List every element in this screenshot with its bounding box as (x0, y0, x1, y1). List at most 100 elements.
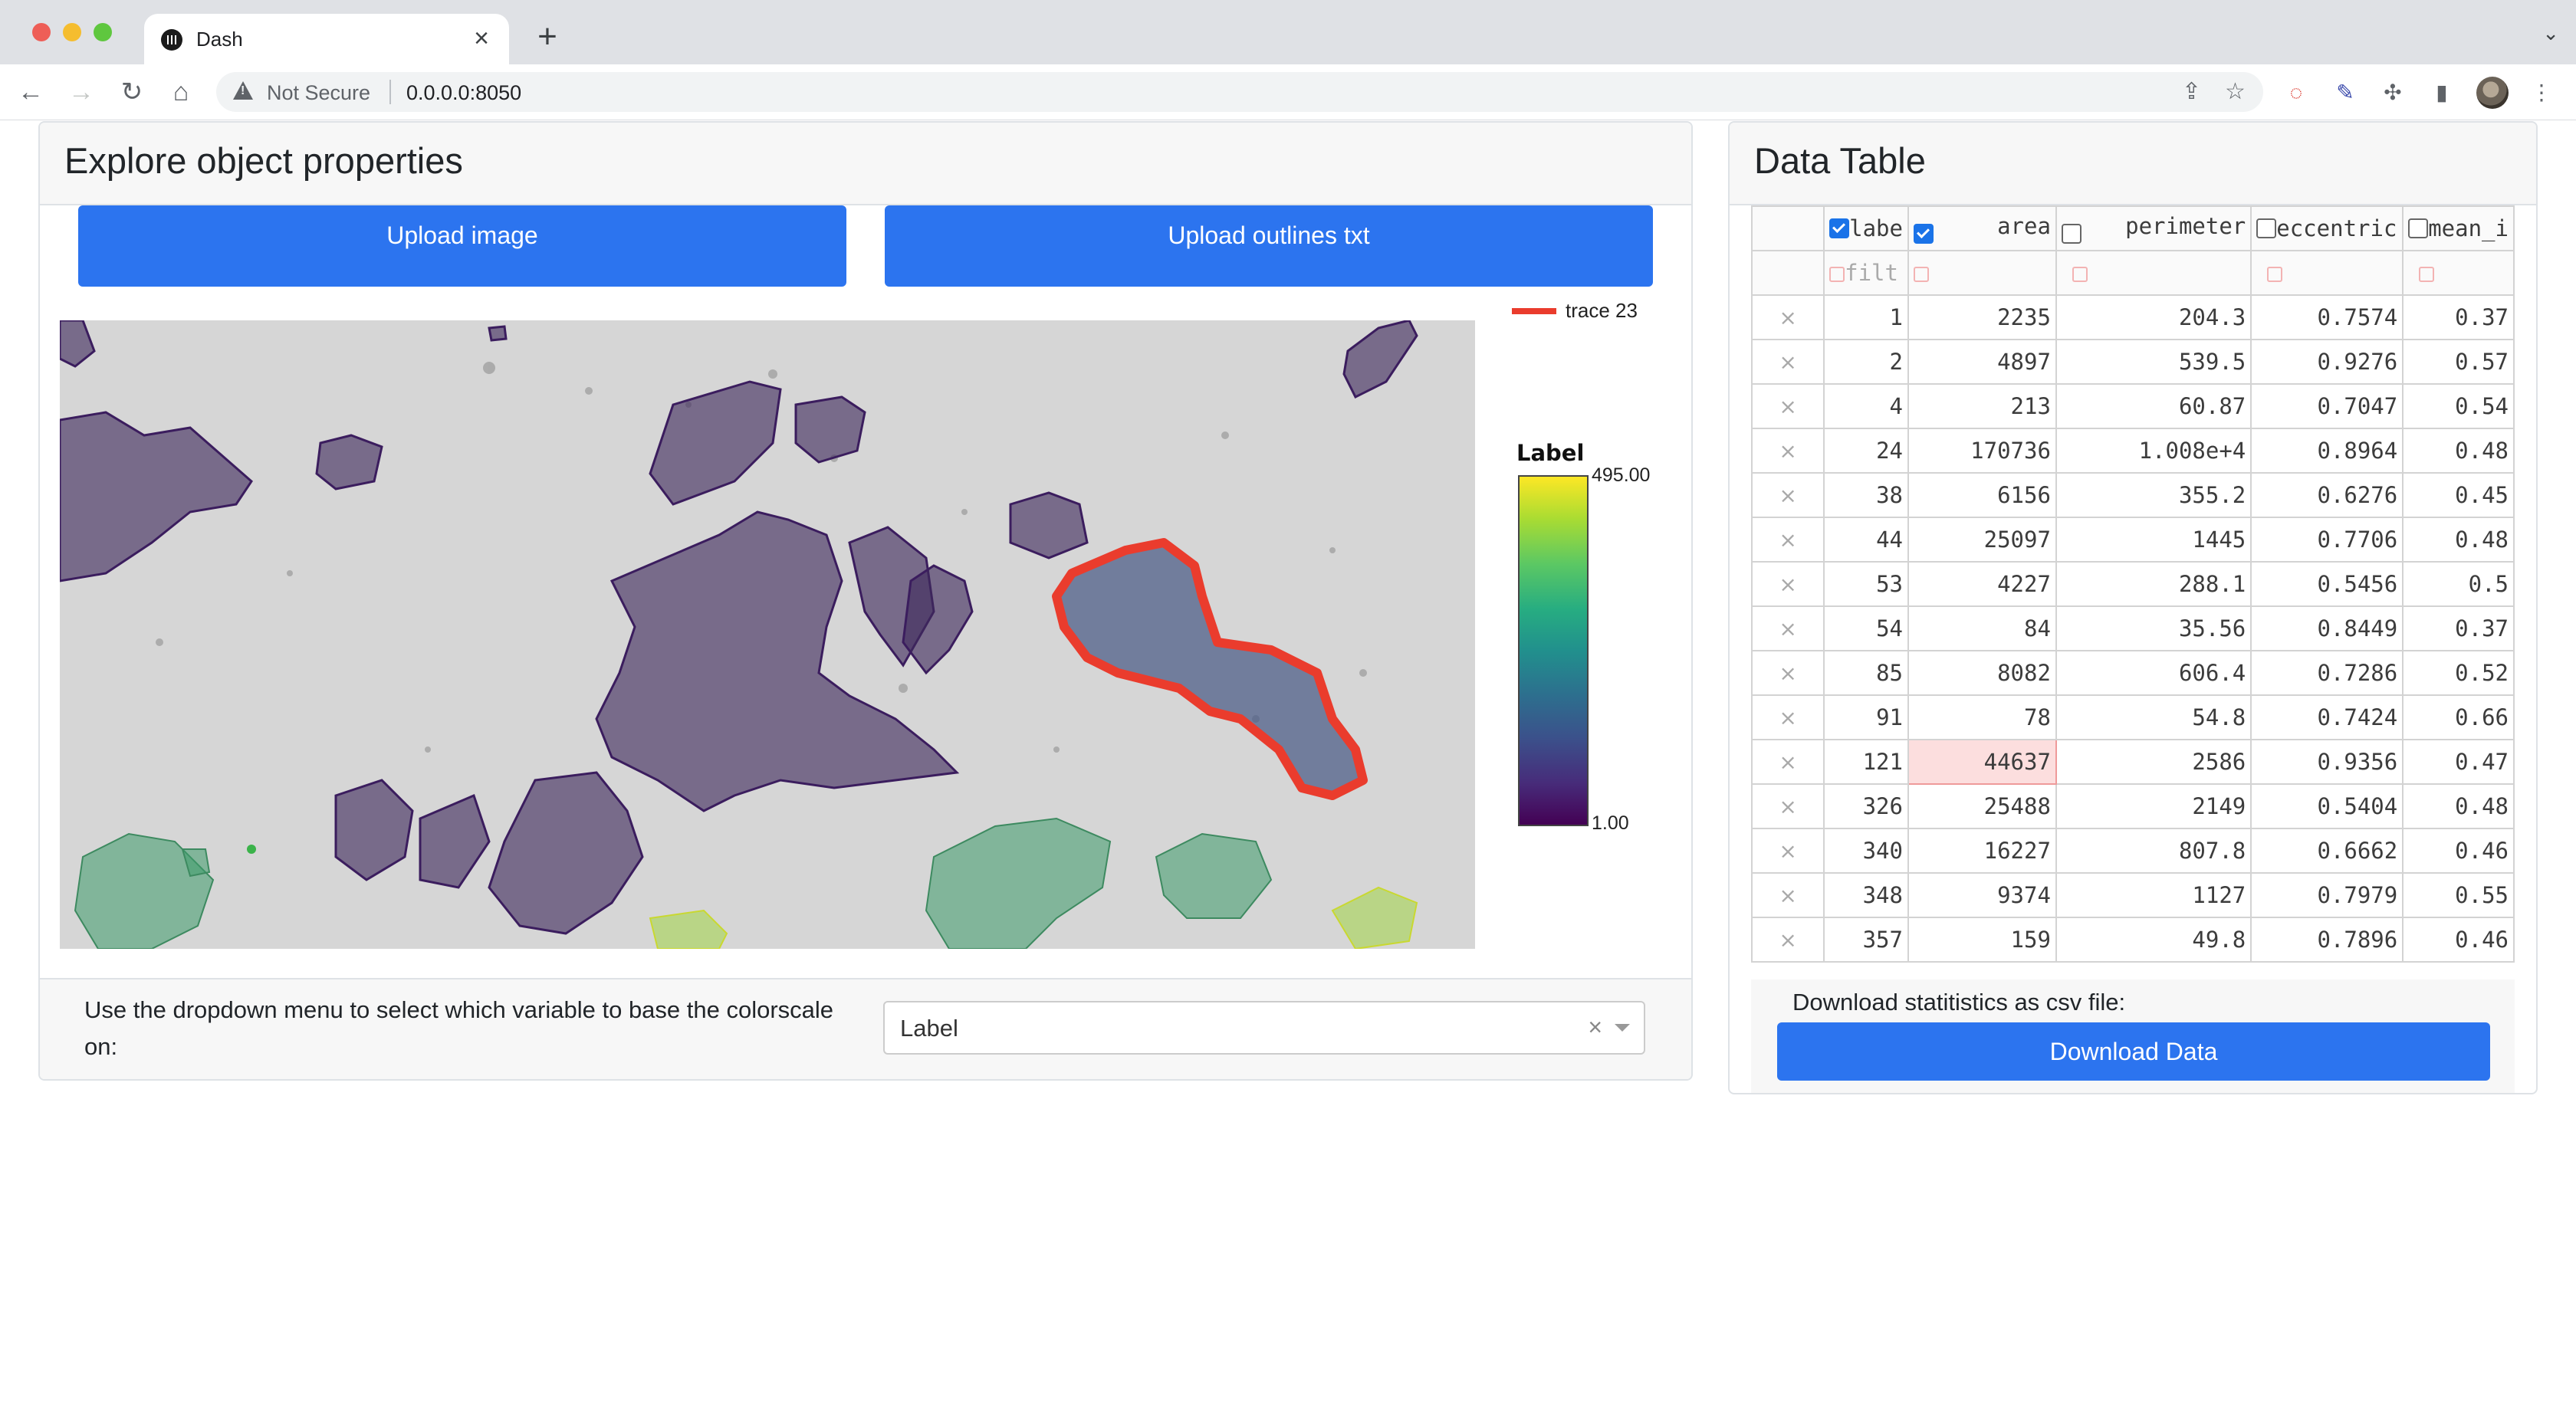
table-cell[interactable]: 49.8 (2055, 917, 2252, 963)
delete-row-icon[interactable]: × (1751, 517, 1825, 563)
table-cell[interactable]: 44637 (1907, 739, 2057, 785)
table-cell[interactable]: 2586 (2055, 739, 2252, 785)
table-cell[interactable]: 38 (1823, 472, 1909, 518)
table-cell[interactable]: 0.8964 (2250, 428, 2404, 474)
minimize-window-button[interactable] (63, 23, 81, 41)
table-cell[interactable]: 25488 (1907, 783, 2057, 829)
filter-input-eccentricity[interactable] (2250, 250, 2404, 296)
table-cell[interactable]: 606.4 (2055, 650, 2252, 696)
clear-icon[interactable]: × (1588, 1013, 1602, 1042)
table-cell[interactable]: 2 (1823, 339, 1909, 385)
table-cell[interactable]: 0.9276 (2250, 339, 2404, 385)
table-cell[interactable]: 0.7286 (2250, 650, 2404, 696)
table-cell[interactable]: 0.6662 (2250, 828, 2404, 874)
table-cell[interactable]: 4227 (1907, 561, 2057, 607)
table-cell[interactable]: 0.8449 (2250, 605, 2404, 651)
table-cell[interactable]: 0.46 (2402, 828, 2515, 874)
upload-image-button[interactable]: Upload image (78, 205, 846, 287)
table-cell[interactable]: 25097 (1907, 517, 2057, 563)
delete-row-icon[interactable]: × (1751, 383, 1825, 429)
table-cell[interactable]: 84 (1907, 605, 2057, 651)
table-cell[interactable]: 1445 (2055, 517, 2252, 563)
colorscale-variable-dropdown[interactable]: Label × (883, 1001, 1645, 1055)
column-header-eccentricity[interactable]: eccentric (2250, 205, 2404, 251)
kebab-menu-icon[interactable]: ⋮ (2530, 81, 2553, 104)
table-cell[interactable]: 9374 (1907, 872, 2057, 918)
bookmark-star-icon[interactable]: ☆ (2225, 78, 2246, 105)
table-cell[interactable]: 0.66 (2402, 694, 2515, 740)
filter-case-icon[interactable] (2419, 267, 2435, 282)
table-cell[interactable]: 2235 (1907, 294, 2057, 340)
table-cell[interactable]: 0.45 (2402, 472, 2515, 518)
table-cell[interactable]: 539.5 (2055, 339, 2252, 385)
forward-icon[interactable]: → (64, 75, 98, 109)
browser-tab[interactable]: Dash × (144, 14, 509, 64)
table-cell[interactable]: 0.5404 (2250, 783, 2404, 829)
table-cell[interactable]: 2149 (2055, 783, 2252, 829)
delete-row-icon[interactable]: × (1751, 917, 1825, 963)
table-cell[interactable]: 1 (1823, 294, 1909, 340)
segmentation-image-plot[interactable] (60, 320, 1475, 949)
table-cell[interactable]: 4897 (1907, 339, 2057, 385)
share-icon[interactable]: ⇪ (2182, 78, 2201, 105)
table-cell[interactable]: 0.57 (2402, 339, 2515, 385)
table-cell[interactable]: 78 (1907, 694, 2057, 740)
new-tab-icon[interactable]: + (529, 18, 566, 55)
upload-outlines-button[interactable]: Upload outlines txt (885, 205, 1653, 287)
table-cell[interactable]: 348 (1823, 872, 1909, 918)
table-cell[interactable]: 54 (1823, 605, 1909, 651)
delete-row-icon[interactable]: × (1751, 561, 1825, 607)
table-cell[interactable]: 0.37 (2402, 605, 2515, 651)
filter-case-icon[interactable] (1913, 267, 1929, 282)
filter-case-icon[interactable] (2267, 267, 2283, 282)
close-tab-icon[interactable]: × (465, 21, 498, 55)
table-cell[interactable]: 16227 (1907, 828, 2057, 874)
table-cell[interactable]: 53 (1823, 561, 1909, 607)
column-select-checkbox[interactable] (2408, 218, 2429, 238)
table-cell[interactable]: 357 (1823, 917, 1909, 963)
table-cell[interactable]: 1127 (2055, 872, 2252, 918)
extension-edit-icon[interactable]: ✎ (2334, 81, 2357, 104)
table-cell[interactable]: 6156 (1907, 472, 2057, 518)
column-select-checkbox[interactable] (2061, 224, 2082, 244)
column-header-label[interactable]: labe (1823, 205, 1909, 251)
table-cell[interactable]: 0.5 (2402, 561, 2515, 607)
table-cell[interactable]: 35.56 (2055, 605, 2252, 651)
home-icon[interactable]: ⌂ (164, 75, 198, 109)
back-icon[interactable]: ← (14, 75, 48, 109)
delete-row-icon[interactable]: × (1751, 428, 1825, 474)
data-table-scroll[interactable]: labe area perimeter eccentric mean_i fil… (1751, 205, 2515, 972)
table-cell[interactable]: 60.87 (2055, 383, 2252, 429)
table-cell[interactable]: 0.9356 (2250, 739, 2404, 785)
table-cell[interactable]: 213 (1907, 383, 2057, 429)
filter-input-perimeter[interactable] (2055, 250, 2252, 296)
column-select-checkbox[interactable] (2256, 218, 2277, 238)
table-cell[interactable]: 0.7424 (2250, 694, 2404, 740)
table-cell[interactable]: 54.8 (2055, 694, 2252, 740)
table-cell[interactable]: 44 (1823, 517, 1909, 563)
extension-icon[interactable]: ◌ (2285, 81, 2308, 104)
table-cell[interactable]: 0.52 (2402, 650, 2515, 696)
puzzle-extensions-icon[interactable]: ✣ (2381, 81, 2404, 104)
delete-row-icon[interactable]: × (1751, 872, 1825, 918)
column-header-perimeter[interactable]: perimeter (2055, 205, 2252, 251)
delete-row-icon[interactable]: × (1751, 605, 1825, 651)
table-cell[interactable]: 170736 (1907, 428, 2057, 474)
table-cell[interactable]: 0.47 (2402, 739, 2515, 785)
chevron-down-icon[interactable]: ⌄ (2542, 21, 2559, 45)
table-cell[interactable]: 91 (1823, 694, 1909, 740)
table-cell[interactable]: 121 (1823, 739, 1909, 785)
table-cell[interactable]: 0.55 (2402, 872, 2515, 918)
table-cell[interactable]: 0.7979 (2250, 872, 2404, 918)
delete-row-icon[interactable]: × (1751, 828, 1825, 874)
table-cell[interactable]: 159 (1907, 917, 2057, 963)
delete-row-icon[interactable]: × (1751, 472, 1825, 518)
table-cell[interactable]: 326 (1823, 783, 1909, 829)
table-cell[interactable]: 1.008e+4 (2055, 428, 2252, 474)
column-select-checkbox[interactable] (1913, 224, 1934, 244)
column-header-area[interactable]: area (1907, 205, 2057, 251)
filter-input-mean-intensity[interactable] (2402, 250, 2515, 296)
column-select-checkbox[interactable] (1829, 218, 1850, 238)
table-cell[interactable]: 0.7896 (2250, 917, 2404, 963)
table-cell[interactable]: 0.5456 (2250, 561, 2404, 607)
